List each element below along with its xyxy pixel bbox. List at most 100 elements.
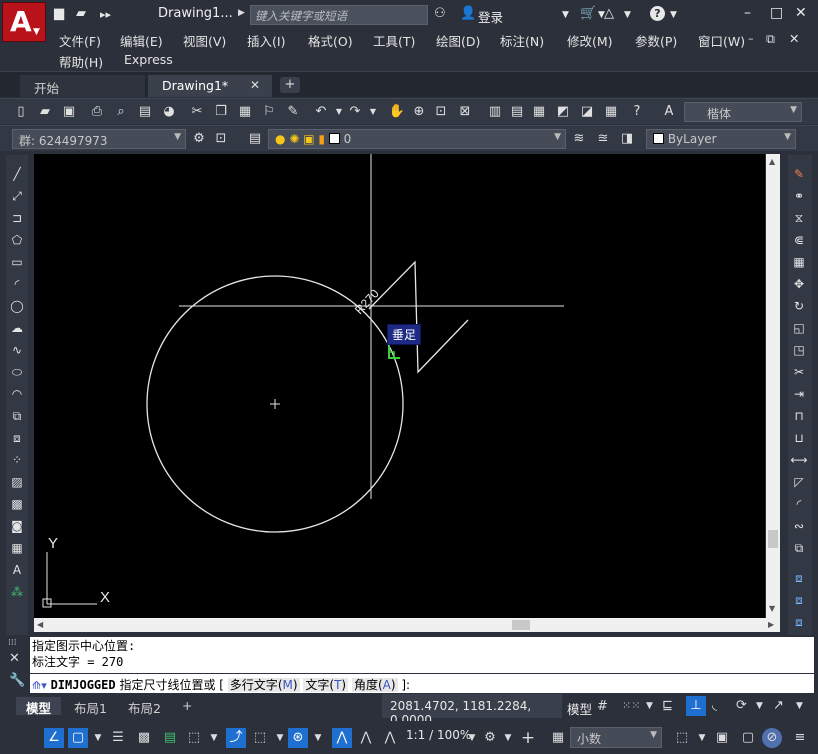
offset-icon[interactable]: ⋐: [790, 231, 808, 249]
infer-constraints-icon[interactable]: ⊑: [662, 698, 673, 713]
erase-icon[interactable]: ✎: [790, 165, 808, 183]
polygon-icon[interactable]: ⬠: [8, 231, 26, 249]
menu-express[interactable]: Express: [124, 52, 173, 67]
design-center-icon[interactable]: ▤: [508, 103, 526, 121]
markup-icon[interactable]: ◪: [578, 103, 596, 121]
option-mtext[interactable]: 多行文字(M): [227, 678, 300, 692]
menu-close-icon[interactable]: ✕: [789, 31, 799, 46]
snap-mode-icon[interactable]: ⁙⁙: [622, 699, 640, 712]
draw-order-icon[interactable]: ⧈: [790, 569, 808, 587]
arc-icon[interactable]: ◜: [8, 275, 26, 293]
workspace-dropdown-icon[interactable]: ▼: [498, 728, 518, 748]
rotate-icon[interactable]: ↻: [790, 297, 808, 315]
move-icon[interactable]: ✥: [790, 275, 808, 293]
user-icon[interactable]: 👤: [460, 6, 476, 21]
rectangle-icon[interactable]: ▭: [8, 253, 26, 271]
tab-layout1[interactable]: 布局1: [64, 697, 117, 716]
connect-dropdown-icon[interactable]: ▼: [624, 10, 631, 20]
zoom-realtime-icon[interactable]: ⊕: [410, 103, 428, 121]
menu-help[interactable]: 帮助(H): [59, 52, 103, 71]
grid-icon[interactable]: #: [597, 699, 608, 714]
auto-scale-icon[interactable]: ⋀: [356, 728, 376, 748]
group-settings-icon[interactable]: ⚙: [190, 130, 208, 148]
dimension-text[interactable]: R270: [352, 286, 382, 317]
menu-window[interactable]: 窗口(W): [698, 31, 745, 50]
line-icon[interactable]: ╱: [8, 165, 26, 183]
command-line[interactable]: ⟰▾ DIMJOGGED 指定尺寸线位置或 [ 多行文字(M) 文字(T) 角度…: [30, 674, 814, 693]
new-layout-button[interactable]: +: [172, 697, 202, 715]
lock-ui-icon[interactable]: ▣: [712, 728, 732, 748]
mirror-icon[interactable]: ⧖: [790, 209, 808, 227]
undo-icon[interactable]: ↶: [312, 103, 330, 121]
pan-icon[interactable]: ✋: [388, 103, 406, 121]
osnap-dropdown-icon[interactable]: ▼: [796, 701, 803, 711]
help-icon-toolbar[interactable]: ?: [628, 103, 646, 121]
scroll-right-icon[interactable]: ▶: [768, 620, 774, 629]
revision-cloud-icon[interactable]: ☁: [8, 319, 26, 337]
save-icon[interactable]: ▣: [60, 103, 78, 121]
object-snap-tracking-icon[interactable]: ↗: [773, 698, 784, 713]
region-icon[interactable]: ◙: [8, 517, 26, 535]
scroll-left-icon[interactable]: ◀: [37, 620, 43, 629]
publish-icon[interactable]: ◕: [160, 103, 178, 121]
layer-state-icon[interactable]: ◨: [618, 130, 636, 148]
grip-icon[interactable]: ⁞⁞⁞: [8, 638, 17, 648]
table-icon[interactable]: ▦: [8, 539, 26, 557]
copy-icon[interactable]: ❐: [212, 103, 230, 121]
group-select[interactable]: 群: 624497973 ▼: [12, 129, 186, 149]
help-icon[interactable]: ?: [650, 6, 665, 21]
units-icon[interactable]: ▦: [548, 728, 568, 748]
units-select[interactable]: 小数 ▼: [570, 727, 662, 748]
app-menu-button[interactable]: A ▼: [2, 2, 46, 42]
option-angle[interactable]: 角度(A): [351, 678, 398, 692]
quick-properties-icon[interactable]: ⬚: [672, 728, 692, 748]
redo-icon[interactable]: ↷: [346, 103, 364, 121]
command-customize-icon[interactable]: 🔧: [9, 673, 25, 688]
menu-draw[interactable]: 绘图(D): [436, 31, 480, 50]
minimize-button[interactable]: –: [744, 5, 751, 21]
stretch-icon[interactable]: ◳: [790, 341, 808, 359]
3d-osnap-dropdown-icon[interactable]: ▼: [204, 728, 224, 748]
quick-access-more-icon[interactable]: ▸▸: [100, 8, 111, 21]
blend-curves-icon[interactable]: ∾: [790, 517, 808, 535]
make-current-layer-icon[interactable]: ≋: [570, 130, 588, 148]
send-back-icon[interactable]: ⧈: [790, 613, 808, 631]
search-input[interactable]: 键入关键字或短语: [250, 5, 428, 25]
menu-parameters[interactable]: 参数(P): [635, 31, 677, 50]
menu-view[interactable]: 视图(V): [183, 31, 226, 50]
menu-edit[interactable]: 编辑(E): [120, 31, 163, 50]
command-close-icon[interactable]: ✕: [9, 651, 20, 666]
vertical-scrollbar[interactable]: ▲ ▼: [766, 154, 780, 618]
zoom-previous-icon[interactable]: ⊠: [456, 103, 474, 121]
point-icon[interactable]: ⁘: [8, 451, 26, 469]
match-properties-icon[interactable]: ⚐: [260, 103, 278, 121]
tab-close-icon[interactable]: ✕: [250, 78, 260, 92]
maximize-button[interactable]: □: [770, 5, 783, 21]
new-file-icon[interactable]: ▆: [54, 6, 64, 21]
calculator-icon[interactable]: ▦: [602, 103, 620, 121]
horizontal-scrollbar[interactable]: ◀ ▶: [34, 618, 780, 632]
annotation-visibility-icon[interactable]: ⋀: [332, 728, 352, 748]
break-at-point-icon[interactable]: ⊓: [790, 407, 808, 425]
layer-properties-icon[interactable]: ▤: [246, 130, 264, 148]
option-text[interactable]: 文字(T): [303, 678, 349, 692]
snap-dropdown-icon[interactable]: ▼: [646, 701, 653, 711]
plus-icon[interactable]: +: [518, 728, 538, 748]
cart-icon[interactable]: 🛒: [580, 6, 596, 21]
construction-line-icon[interactable]: ⤢: [8, 187, 26, 205]
menu-insert[interactable]: 插入(I): [247, 31, 285, 50]
explode-icon[interactable]: ⧉: [790, 539, 808, 557]
isolate-objects-icon[interactable]: ▢: [738, 728, 758, 748]
insert-block-icon[interactable]: ⧉: [8, 407, 26, 425]
scale-icon[interactable]: ◱: [790, 319, 808, 337]
fillet-icon[interactable]: ◜: [790, 495, 808, 513]
text-style-select[interactable]: 楷体 ▼: [684, 102, 802, 122]
help-dropdown-icon[interactable]: ▼: [670, 10, 677, 20]
gizmo-icon[interactable]: ⊛: [288, 728, 308, 748]
close-button[interactable]: ✕: [795, 5, 807, 21]
chamfer-icon[interactable]: ◸: [790, 473, 808, 491]
copy-object-icon[interactable]: ⚭: [790, 187, 808, 205]
zoom-window-icon[interactable]: ⊡: [432, 103, 450, 121]
title-expand-icon[interactable]: ▶: [238, 8, 245, 18]
command-prompt-icon[interactable]: ⟰▾: [32, 679, 47, 692]
